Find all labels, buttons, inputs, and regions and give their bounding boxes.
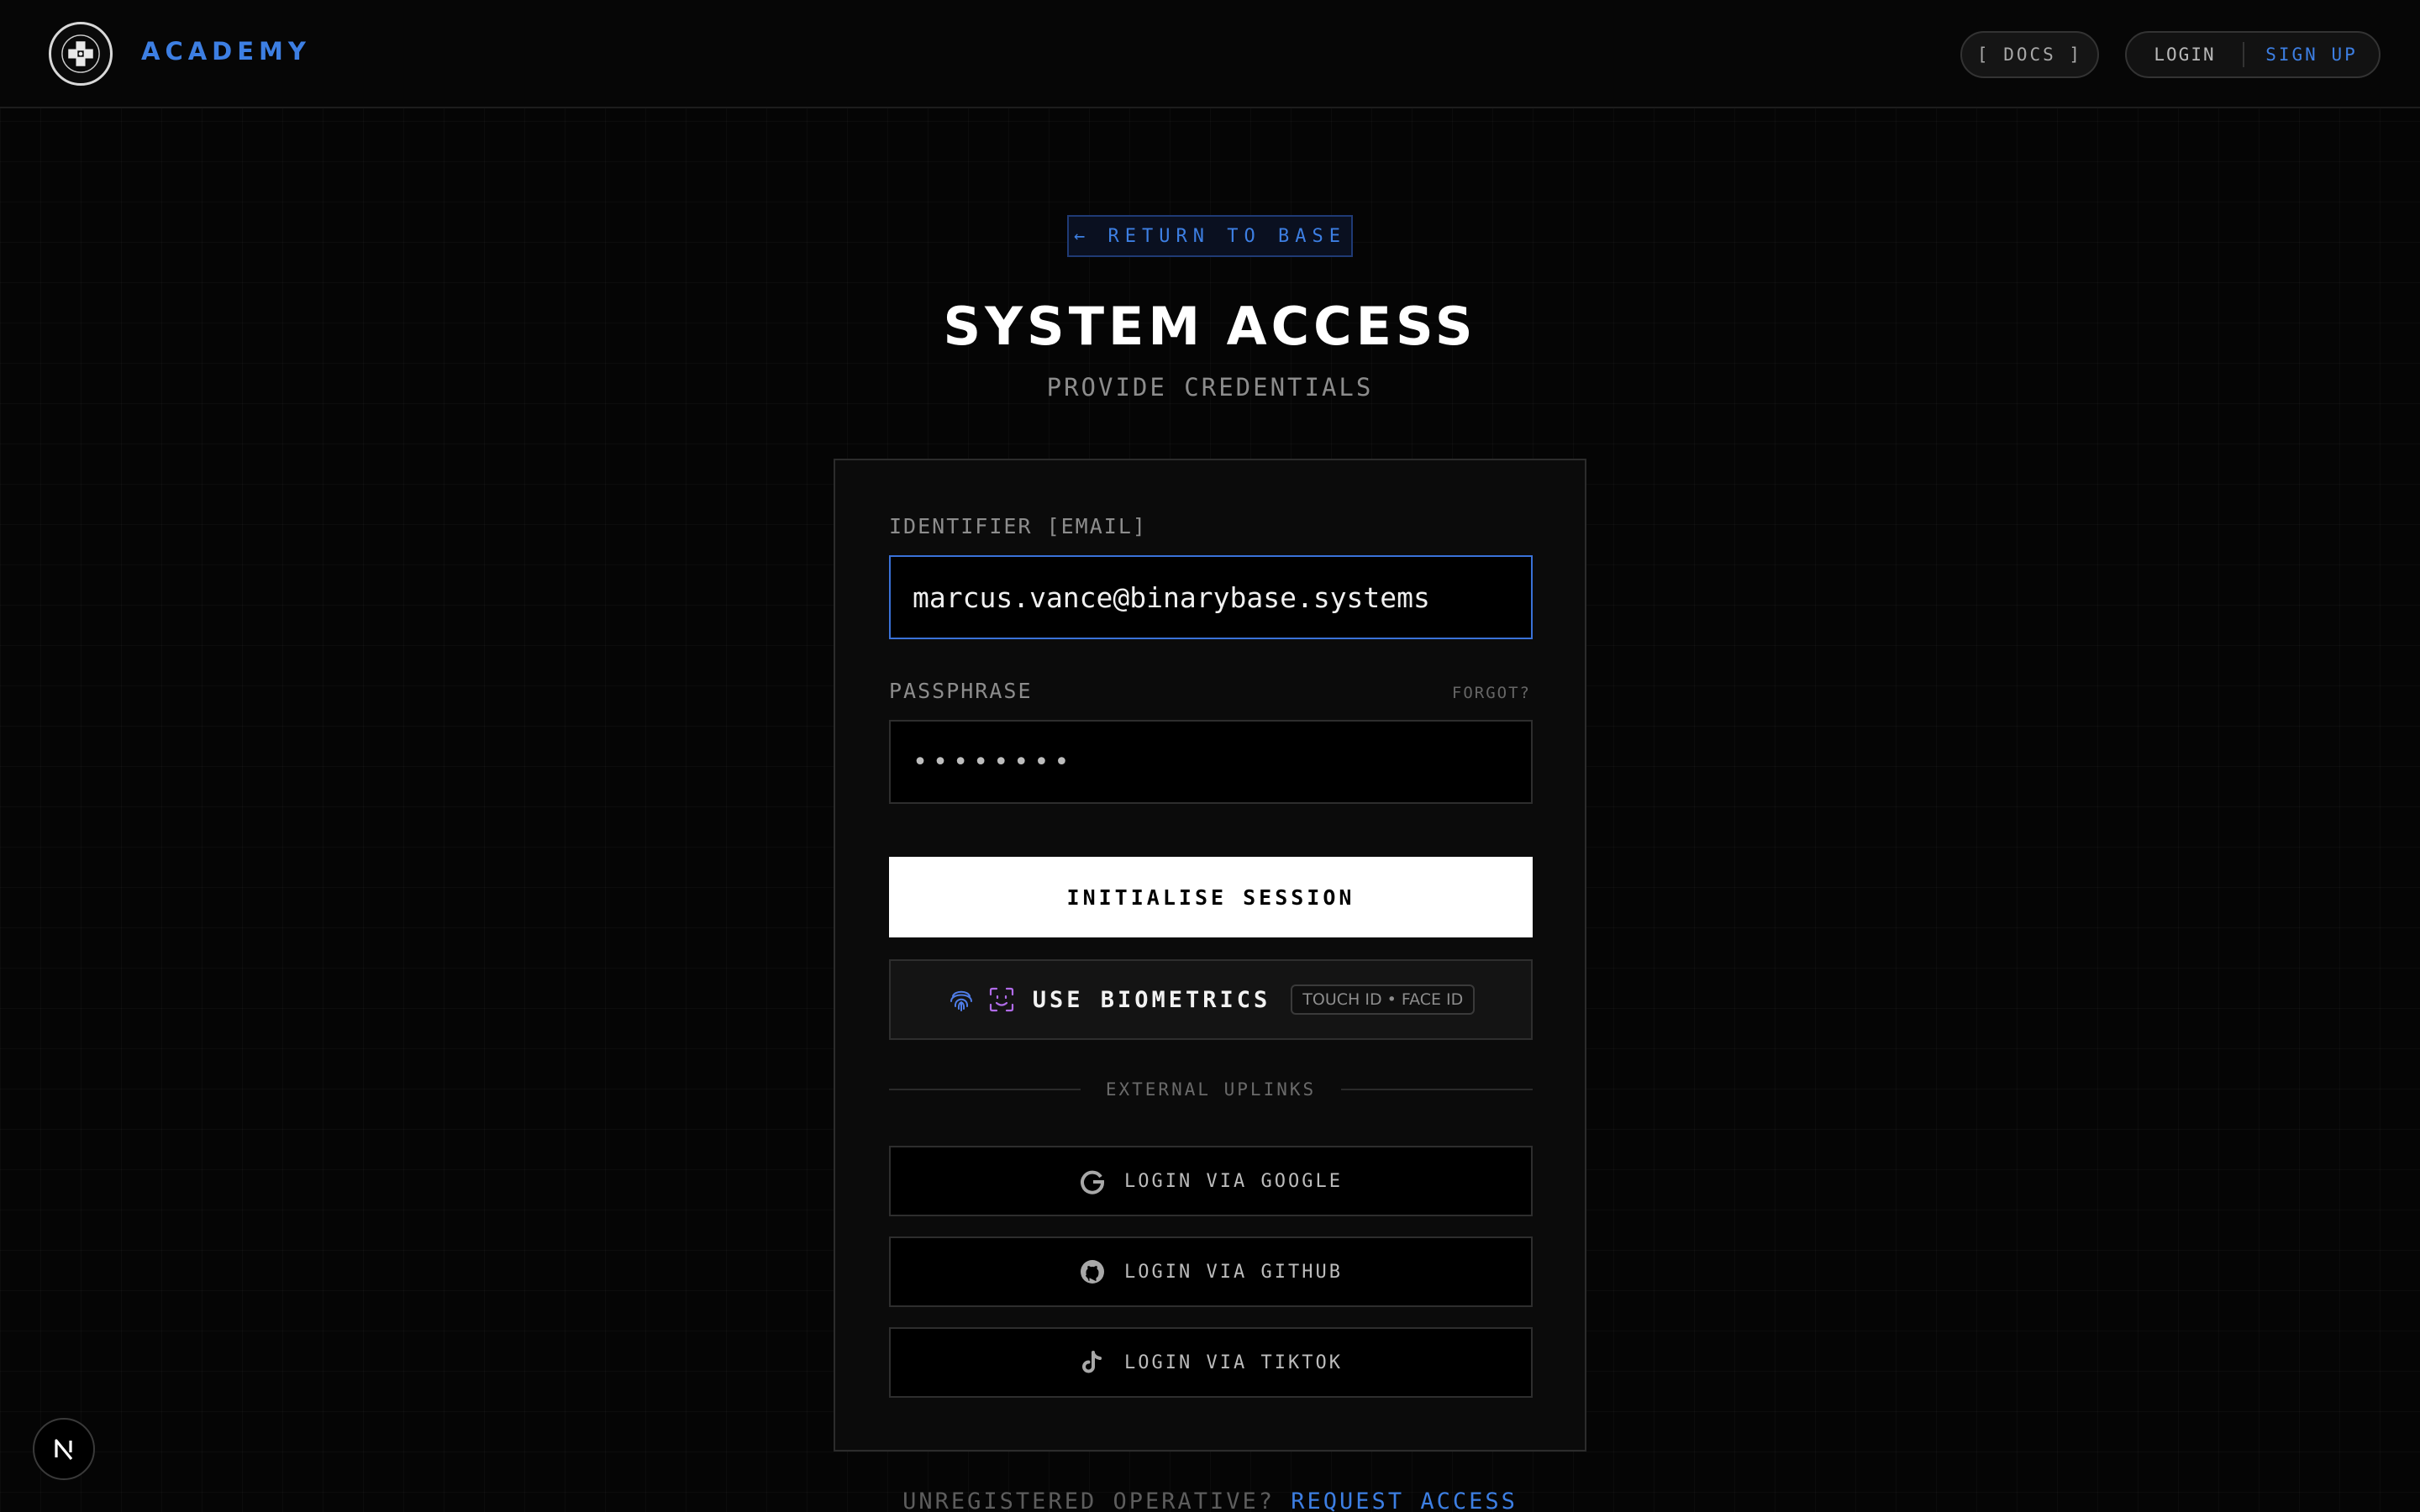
- header-login-link[interactable]: LOGIN: [2127, 45, 2243, 65]
- email-field[interactable]: marcus.vance@binarybase.systems: [889, 555, 1533, 639]
- request-access-link[interactable]: REQUEST ACCESS: [1291, 1488, 1518, 1512]
- auth-pill: LOGIN SIGN UP: [2125, 31, 2381, 78]
- page-title: SYSTEM ACCESS: [943, 296, 1477, 357]
- divider-line: [889, 1089, 1081, 1090]
- face-id-icon: [987, 985, 1016, 1014]
- github-icon: [1079, 1258, 1106, 1285]
- google-label: LOGIN VIA GOOGLE: [1124, 1170, 1343, 1192]
- header-signup-link[interactable]: SIGN UP: [2244, 45, 2379, 65]
- password-value: ••••••••: [913, 747, 1075, 777]
- initialise-session-button[interactable]: INITIALISE SESSION: [889, 857, 1533, 937]
- external-uplinks-divider: EXTERNAL UPLINKS: [889, 1075, 1534, 1104]
- login-tiktok-button[interactable]: LOGIN VIA TIKTOK: [889, 1327, 1533, 1398]
- docs-button[interactable]: [ DOCS ]: [1960, 31, 2099, 78]
- unregistered-text: UNREGISTERED OPERATIVE?: [902, 1488, 1276, 1512]
- biometrics-label: USE BIOMETRICS: [1032, 986, 1271, 1013]
- nextjs-dev-indicator-icon[interactable]: [33, 1418, 95, 1480]
- use-biometrics-button[interactable]: USE BIOMETRICS TOUCH ID • FACE ID: [889, 959, 1533, 1040]
- page-subtitle: PROVIDE CREDENTIALS: [1046, 373, 1374, 402]
- return-to-base-button[interactable]: ← RETURN TO BASE: [1067, 215, 1353, 257]
- password-label: PASSPHRASE: [889, 679, 1033, 703]
- brand-name[interactable]: ACADEMY: [141, 37, 311, 66]
- email-value: marcus.vance@binarybase.systems: [913, 580, 1430, 614]
- top-header: ACADEMY [ DOCS ] LOGIN SIGN UP: [0, 0, 2420, 108]
- email-label: IDENTIFIER [EMAIL]: [889, 514, 1147, 538]
- login-card: IDENTIFIER [EMAIL] marcus.vance@binaryba…: [834, 459, 1586, 1452]
- divider-label: EXTERNAL UPLINKS: [1105, 1079, 1317, 1100]
- tiktok-label: LOGIN VIA TIKTOK: [1124, 1352, 1343, 1373]
- forgot-password-link[interactable]: FORGOT?: [1452, 684, 1531, 702]
- password-field[interactable]: ••••••••: [889, 720, 1533, 804]
- login-google-button[interactable]: LOGIN VIA GOOGLE: [889, 1146, 1533, 1216]
- biometrics-badge: TOUCH ID • FACE ID: [1291, 984, 1476, 1015]
- tiktok-icon: [1079, 1349, 1106, 1376]
- binarybase-logo-icon[interactable]: [49, 22, 113, 86]
- github-label: LOGIN VIA GITHUB: [1124, 1261, 1343, 1283]
- google-icon: [1079, 1168, 1106, 1194]
- divider-line: [1341, 1089, 1534, 1090]
- login-github-button[interactable]: LOGIN VIA GITHUB: [889, 1236, 1533, 1307]
- request-access-prompt: UNREGISTERED OPERATIVE? REQUEST ACCESS: [0, 1488, 2420, 1512]
- fingerprint-icon: [947, 985, 976, 1014]
